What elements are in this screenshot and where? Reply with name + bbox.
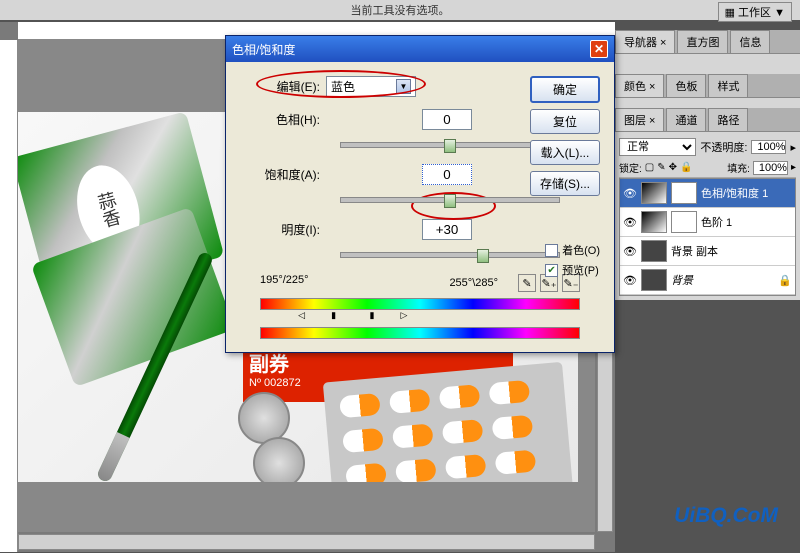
colorize-checkbox[interactable]: [545, 244, 558, 257]
layer-name: 色相/饱和度 1: [701, 185, 768, 201]
color-tabs: 颜色 × 色板 样式: [615, 74, 800, 98]
lightness-slider[interactable]: [340, 252, 560, 258]
load-button[interactable]: 载入(L)...: [530, 140, 600, 165]
hue-label: 色相(H):: [240, 111, 320, 128]
lock-transparency-icon[interactable]: ▢: [645, 162, 654, 173]
eye-icon[interactable]: 👁: [623, 186, 637, 200]
scrollbar-horizontal[interactable]: [18, 534, 595, 550]
layer-name: 色阶 1: [701, 214, 732, 230]
opacity-label: 不透明度:: [700, 139, 747, 155]
lightness-label: 明度(I):: [240, 221, 320, 238]
mask-thumb: [671, 211, 697, 233]
tab-navigator[interactable]: 导航器 ×: [615, 30, 675, 53]
hue-spectrum-bar: [260, 327, 580, 339]
saturation-slider[interactable]: [340, 197, 560, 203]
saturation-label: 饱和度(A):: [240, 166, 320, 183]
watermark: UiBQ.CoM: [674, 504, 778, 528]
range-right: 255°\285°: [449, 277, 498, 289]
lock-icon: 🔒: [778, 274, 792, 287]
edit-select[interactable]: 蓝色 ▼: [326, 76, 416, 97]
hue-slider[interactable]: [340, 142, 560, 148]
fill-label: 填充:: [727, 160, 750, 175]
preview-checkbox[interactable]: ✔: [545, 264, 558, 277]
grid-icon: ▦: [725, 6, 735, 19]
tab-paths[interactable]: 路径: [708, 108, 748, 131]
range-marker[interactable]: ◁: [298, 310, 305, 321]
hue-input[interactable]: [422, 109, 472, 130]
tab-info[interactable]: 信息: [730, 30, 770, 53]
layers-panel: 正常 不透明度: ▸ 锁定: ▢ ✎ ✥ 🔒 填充: ▸ 👁 色相/饱和度 1 …: [615, 132, 800, 300]
blend-mode-select[interactable]: 正常: [619, 138, 696, 156]
ok-button[interactable]: 确定: [530, 76, 600, 103]
layers-tabs: 图层 × 通道 路径: [615, 108, 800, 132]
layer-thumb: [641, 269, 667, 291]
navigator-tabs: 导航器 × 直方图 信息: [615, 30, 800, 54]
lock-all-icon[interactable]: 🔒: [680, 162, 692, 173]
ruler-vertical[interactable]: [0, 40, 18, 552]
saturation-input[interactable]: [422, 164, 472, 185]
lock-position-icon[interactable]: ✥: [669, 162, 677, 173]
save-button[interactable]: 存储(S)...: [530, 171, 600, 196]
eye-icon[interactable]: 👁: [623, 273, 637, 287]
layer-thumb: [641, 240, 667, 262]
workspace-dropdown[interactable]: ▦ 工作区 ▼: [718, 2, 792, 22]
range-marker[interactable]: ▮: [331, 310, 336, 321]
layer-row[interactable]: 👁 背景 🔒: [620, 266, 795, 295]
layer-name: 背景 副本: [671, 243, 718, 259]
hue-saturation-dialog: 色相/饱和度 ✕ 编辑(E): 蓝色 ▼ 色相(H): 饱和度(A): 明度(I…: [225, 35, 615, 353]
tab-styles[interactable]: 样式: [708, 74, 748, 97]
layer-thumb: [641, 182, 667, 204]
options-bar: 当前工具没有选项。: [0, 0, 800, 20]
layer-list: 👁 色相/饱和度 1 👁 色阶 1 👁 背景 副本 👁 背景 🔒: [619, 178, 796, 296]
opacity-input[interactable]: [751, 140, 786, 154]
close-icon[interactable]: ✕: [590, 40, 608, 58]
pill-blister: [323, 362, 573, 482]
tab-channels[interactable]: 通道: [666, 108, 706, 131]
range-marker[interactable]: ▮: [370, 310, 375, 321]
tab-layers[interactable]: 图层 ×: [615, 108, 664, 131]
chevron-down-icon: ▼: [396, 79, 411, 94]
layer-thumb: [641, 211, 667, 233]
fill-input[interactable]: [753, 161, 788, 175]
dialog-titlebar[interactable]: 色相/饱和度 ✕: [226, 36, 614, 62]
eyedropper-icon[interactable]: ✎: [518, 274, 536, 292]
tab-histogram[interactable]: 直方图: [677, 30, 728, 53]
chevron-right-icon[interactable]: ▸: [791, 162, 796, 173]
lock-paint-icon[interactable]: ✎: [657, 162, 665, 173]
tab-color[interactable]: 颜色 ×: [615, 74, 664, 97]
layer-name: 背景: [671, 272, 693, 288]
layer-row[interactable]: 👁 背景 副本: [620, 237, 795, 266]
hue-spectrum-bar[interactable]: [260, 298, 580, 310]
lightness-input[interactable]: [422, 219, 472, 240]
coin: [253, 437, 305, 482]
layer-row[interactable]: 👁 色相/饱和度 1: [620, 179, 795, 208]
edit-label: 编辑(E):: [240, 78, 320, 95]
coin: [238, 392, 290, 444]
chevron-right-icon[interactable]: ▸: [790, 141, 796, 154]
mask-thumb: [671, 182, 697, 204]
range-left: 195°/225°: [260, 274, 309, 292]
dialog-title: 色相/饱和度: [232, 41, 295, 58]
panels-dock: 导航器 × 直方图 信息 颜色 × 色板 样式 图层 × 通道 路径 正常 不透…: [615, 30, 800, 300]
lock-label: 锁定:: [619, 160, 642, 175]
range-marker[interactable]: ▷: [401, 310, 408, 321]
no-options-text: 当前工具没有选项。: [351, 2, 450, 18]
colorize-label: 着色(O): [562, 242, 600, 258]
cancel-button[interactable]: 复位: [530, 109, 600, 134]
preview-label: 预览(P): [562, 262, 599, 278]
layer-row[interactable]: 👁 色阶 1: [620, 208, 795, 237]
eye-icon[interactable]: 👁: [623, 244, 637, 258]
tab-swatches[interactable]: 色板: [666, 74, 706, 97]
eye-icon[interactable]: 👁: [623, 215, 637, 229]
